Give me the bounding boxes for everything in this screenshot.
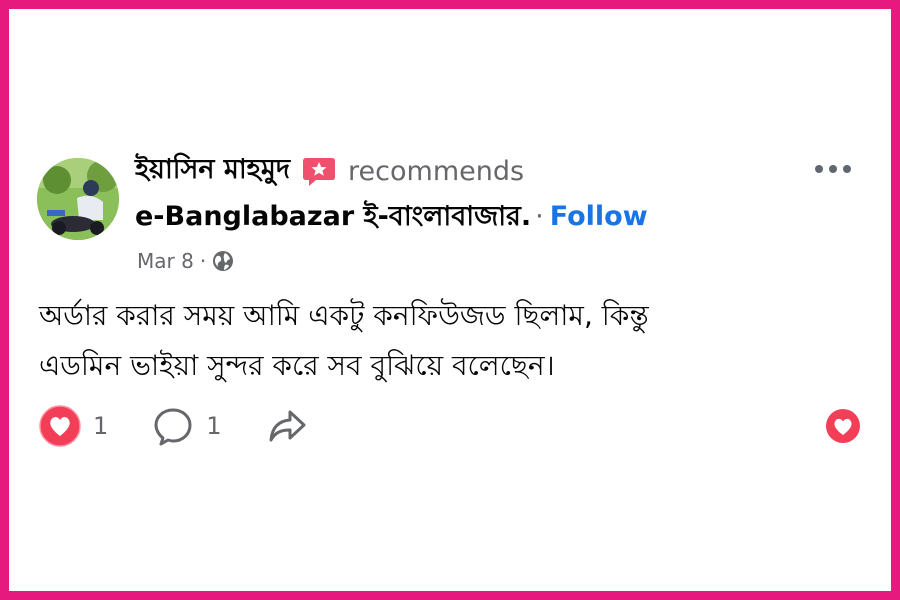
comment-bubble-icon [154,408,192,446]
page-name[interactable]: e-Banglabazar ই-বাংলাবাজার. [135,196,531,241]
heart-icon [39,405,81,447]
share-arrow-icon [269,410,306,442]
comments-count: 1 [206,412,222,440]
post-meta: Mar 8 · [137,249,234,273]
share-button[interactable] [266,405,308,447]
post-header-line1: ইয়াসিন মাহমুদ recommends [135,149,524,194]
comment-button[interactable]: 1 [152,405,222,447]
more-options-button[interactable] [815,165,851,173]
likes-count: 1 [93,412,109,440]
love-react-icon[interactable] [825,408,861,444]
post-actions: 1 1 [39,405,352,447]
post-header-line2: e-Banglabazar ই-বাংলাবাজার. · Follow [135,196,648,241]
separator-dot: · [535,201,544,232]
globe-icon [213,251,234,271]
recommends-label: recommends [348,156,525,187]
follow-button[interactable]: Follow [550,201,648,232]
author-name[interactable]: ইয়াসিন মাহমুদ [135,149,290,194]
post-body-text: অর্ডার করার সময় আমি একটু কনফিউজড ছিলাম,… [39,291,859,391]
dot-icon [829,165,837,173]
post-frame: ইয়াসিন মাহমুদ recommends e-Banglabazar … [0,0,900,600]
post-date[interactable]: Mar 8 [137,249,194,273]
dot-icon [843,165,851,173]
facebook-post: ইয়াসিন মাহমুদ recommends e-Banglabazar … [9,9,891,591]
avatar[interactable] [37,158,119,240]
dot-icon [815,165,823,173]
meta-separator: · [199,249,207,273]
post-text-line: অর্ডার করার সময় আমি একটু কনফিউজড ছিলাম,… [39,299,649,332]
recommend-badge-icon [302,156,336,188]
post-text-line: এডমিন ভাইয়া সুন্দর করে সব বুঝিয়ে বলেছে… [39,349,555,382]
like-button[interactable]: 1 [39,405,108,447]
